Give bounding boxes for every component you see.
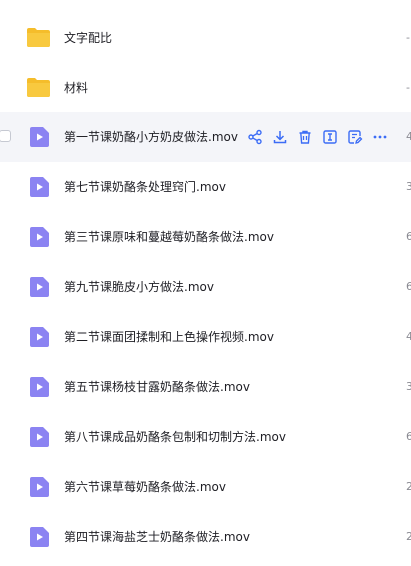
- video-file-icon: [30, 277, 49, 297]
- list-item-folder[interactable]: 文字配比 -: [0, 13, 411, 63]
- file-name: 第四节课海盐芝士奶酪条做法.mov: [64, 530, 250, 544]
- list-item-video[interactable]: 第三节课原味和蔓越莓奶酪条做法.mov 6: [0, 212, 411, 262]
- video-file-icon: [30, 427, 49, 447]
- file-name: 第一节课奶酪小方奶皮做法.mov: [64, 130, 238, 144]
- file-name: 第六节课草莓奶酪条做法.mov: [64, 480, 226, 494]
- file-name: 文字配比: [64, 31, 113, 45]
- folder-icon: [26, 77, 51, 98]
- video-file-icon: [30, 177, 49, 197]
- file-size: 3: [406, 180, 411, 193]
- file-size: 4: [406, 130, 411, 143]
- select-checkbox[interactable]: [0, 130, 11, 142]
- file-size: 6: [406, 430, 411, 443]
- edit-icon[interactable]: [347, 129, 363, 145]
- file-size: -: [406, 31, 410, 44]
- video-file-icon: [30, 377, 49, 397]
- list-item-video[interactable]: 第五节课杨枝甘露奶酪条做法.mov 3: [0, 362, 411, 412]
- list-item-video[interactable]: 第六节课草莓奶酪条做法.mov 2: [0, 462, 411, 512]
- video-file-icon: [30, 227, 49, 247]
- file-size: 6: [406, 280, 411, 293]
- download-icon[interactable]: [272, 129, 288, 145]
- video-file-icon: [30, 327, 49, 347]
- file-name: 第九节课脆皮小方做法.mov: [64, 280, 214, 294]
- file-list: 文字配比 - 材料 - 第一节课奶酪小方奶皮做法.mov 4 第七节课奶酪条处理…: [0, 0, 411, 566]
- rename-icon[interactable]: [322, 129, 338, 145]
- more-icon[interactable]: [372, 129, 388, 145]
- row-actions: [247, 112, 397, 162]
- video-file-icon: [30, 127, 49, 147]
- file-size: -: [406, 81, 410, 94]
- file-size: 3: [406, 380, 411, 393]
- file-name: 材料: [64, 81, 89, 95]
- share-icon[interactable]: [247, 129, 263, 145]
- list-item-folder[interactable]: 材料 -: [0, 63, 411, 113]
- list-item-video[interactable]: 第四节课海盐芝士奶酪条做法.mov 2: [0, 512, 411, 562]
- list-item-video[interactable]: 第七节课奶酪条处理窍门.mov 3: [0, 162, 411, 212]
- file-name: 第五节课杨枝甘露奶酪条做法.mov: [64, 380, 250, 394]
- list-item-video[interactable]: 第八节课成品奶酪条包制和切制方法.mov 6: [0, 412, 411, 462]
- list-item-video[interactable]: 第二节课面团揉制和上色操作视频.mov 4: [0, 312, 411, 362]
- file-name: 第七节课奶酪条处理窍门.mov: [64, 180, 226, 194]
- file-name: 第三节课原味和蔓越莓奶酪条做法.mov: [64, 230, 274, 244]
- file-size: 2: [406, 480, 411, 493]
- video-file-icon: [30, 527, 49, 547]
- file-size: 2: [406, 530, 411, 543]
- file-name: 第八节课成品奶酪条包制和切制方法.mov: [64, 430, 286, 444]
- file-size: 4: [406, 330, 411, 343]
- list-item-video[interactable]: 第九节课脆皮小方做法.mov 6: [0, 262, 411, 312]
- file-size: 6: [406, 230, 411, 243]
- video-file-icon: [30, 477, 49, 497]
- file-name: 第二节课面团揉制和上色操作视频.mov: [64, 330, 274, 344]
- folder-icon: [26, 27, 51, 48]
- list-item-video[interactable]: 第一节课奶酪小方奶皮做法.mov 4: [0, 112, 411, 162]
- delete-icon[interactable]: [297, 129, 313, 145]
